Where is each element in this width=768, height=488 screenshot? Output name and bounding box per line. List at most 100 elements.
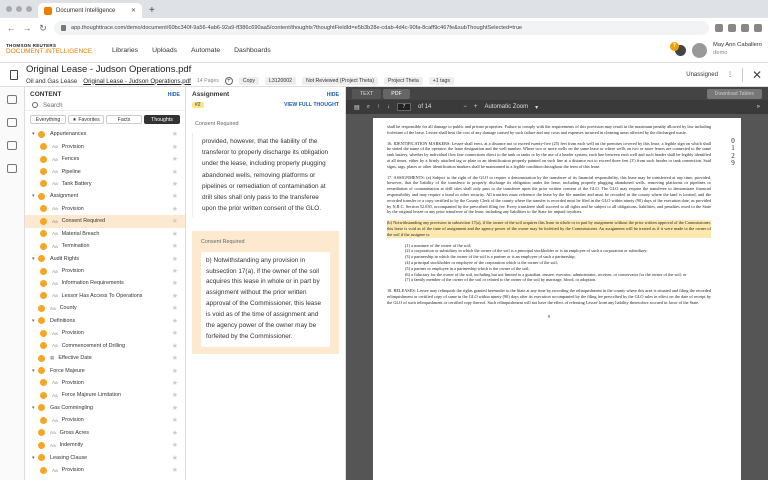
- star-icon[interactable]: ★: [172, 192, 178, 200]
- tree-item[interactable]: Aa Material Breach ★: [25, 228, 185, 240]
- star-icon[interactable]: ★: [172, 466, 178, 474]
- extension-icon[interactable]: [715, 24, 723, 32]
- tree-item[interactable]: Aa Pipeline ★: [25, 165, 185, 177]
- document-category[interactable]: Oil and Gas Lease: [26, 78, 77, 85]
- browser-tab[interactable]: Document Intelligence ✕: [38, 3, 142, 18]
- pdf-paragraph-highlighted[interactable]: (b) Notwithstanding any provision in sub…: [387, 220, 711, 238]
- search-icon[interactable]: ⌕: [367, 104, 370, 111]
- zoom-in-icon[interactable]: +: [474, 104, 478, 110]
- star-icon[interactable]: ★: [172, 304, 178, 312]
- zoom-out-icon[interactable]: −: [463, 104, 467, 110]
- nav-automate[interactable]: Automate: [191, 47, 220, 54]
- tree-item[interactable]: Aa Information Requirements ★: [25, 277, 185, 289]
- star-icon[interactable]: ★: [172, 329, 178, 337]
- new-tab-icon[interactable]: +: [142, 5, 162, 18]
- nav-dashboards[interactable]: Dashboards: [234, 47, 271, 54]
- tree-item[interactable]: Aa Provision ★: [25, 327, 185, 339]
- star-icon[interactable]: ★: [172, 230, 178, 238]
- tree-item[interactable]: Aa Indemnity ★: [25, 439, 185, 451]
- next-page-icon[interactable]: ↓: [387, 104, 390, 110]
- star-icon[interactable]: ★: [172, 454, 178, 462]
- star-icon[interactable]: ★: [172, 429, 178, 437]
- menu-icon[interactable]: [754, 24, 762, 32]
- tree-item[interactable]: Aa Termination ★: [25, 240, 185, 252]
- star-icon[interactable]: ★: [172, 267, 178, 275]
- tag-chip[interactable]: Not Reviewed (Project Theta): [302, 77, 378, 85]
- tree-item[interactable]: Aa Tank Battery ★: [25, 178, 185, 190]
- profile-icon[interactable]: [741, 24, 749, 32]
- search-input[interactable]: Search: [25, 100, 185, 111]
- add-tag-icon[interactable]: +: [224, 77, 233, 85]
- content-icon[interactable]: [7, 118, 17, 127]
- tools-menu-icon[interactable]: »: [757, 104, 760, 110]
- tree-item[interactable]: Aa County ★: [25, 302, 185, 314]
- tree-item[interactable]: ▾ Assignment ★: [25, 190, 185, 202]
- close-window-dot[interactable]: [6, 6, 12, 12]
- tag-chip[interactable]: Project Theta: [384, 77, 423, 85]
- star-icon[interactable]: ★: [172, 242, 178, 250]
- star-icon[interactable]: ★: [172, 279, 178, 287]
- avatar[interactable]: [692, 42, 708, 58]
- filter-thoughts[interactable]: Thoughts: [144, 115, 180, 124]
- star-icon[interactable]: ★: [172, 155, 178, 163]
- tree-item[interactable]: ▾ Leasing Clause ★: [25, 451, 185, 463]
- document-filename[interactable]: Original Lease - Judson Operations.pdf: [83, 78, 191, 85]
- history-icon[interactable]: [7, 164, 17, 173]
- user-info[interactable]: May Ann Caballero demo: [713, 42, 762, 57]
- tab-text[interactable]: TEXT: [352, 88, 382, 99]
- tag-chip[interactable]: L3120002: [264, 77, 297, 85]
- star-icon[interactable]: ★: [172, 317, 178, 325]
- back-icon[interactable]: ←: [6, 23, 16, 33]
- tab-pdf[interactable]: PDF: [383, 88, 410, 99]
- reload-icon[interactable]: ↻: [38, 23, 48, 34]
- star-icon[interactable]: ★: [172, 367, 178, 375]
- thought-excerpt[interactable]: provided, however, that the liability of…: [192, 133, 339, 218]
- tree-item[interactable]: Aa Commencement of Drilling ★: [25, 339, 185, 351]
- tree-item[interactable]: Aa Provision ★: [25, 377, 185, 389]
- maximize-window-dot[interactable]: [26, 6, 32, 12]
- filter-facts[interactable]: Facts: [106, 115, 142, 124]
- thought-excerpt-selected[interactable]: Consent Required b) Notwithstanding any …: [192, 231, 339, 354]
- tag-chip[interactable]: Copy: [238, 77, 259, 85]
- more-tags-chip[interactable]: +1 tags: [428, 77, 454, 85]
- nav-uploads[interactable]: Uploads: [152, 47, 177, 54]
- notification-icon[interactable]: 7: [670, 41, 687, 56]
- star-icon[interactable]: ★: [172, 391, 178, 399]
- view-full-thought-link[interactable]: VIEW FULL THOUGHT: [284, 102, 339, 108]
- more-options-icon[interactable]: ⋮: [727, 71, 733, 78]
- tree-item[interactable]: ▾ Force Majeure ★: [25, 364, 185, 376]
- star-icon[interactable]: ★: [172, 441, 178, 449]
- forward-icon[interactable]: →: [22, 23, 32, 33]
- url-bar[interactable]: app.thoughttrace.com/demo/document/60bc3…: [54, 21, 709, 35]
- tree-item[interactable]: ▾ Audit Rights ★: [25, 252, 185, 264]
- star-icon[interactable]: ★: [172, 217, 178, 225]
- star-icon[interactable]: ★: [172, 205, 178, 213]
- tree-item[interactable]: Aa Provision ★: [25, 464, 185, 476]
- tree-item[interactable]: Aa Consent Required ★: [25, 215, 185, 228]
- filter-everything[interactable]: Everything: [30, 115, 66, 124]
- tree-item[interactable]: Aa Provision ★: [25, 203, 185, 215]
- close-document-icon[interactable]: ✕: [752, 68, 762, 82]
- star-icon[interactable]: ★: [172, 168, 178, 176]
- tree-item[interactable]: Aa Provision ★: [25, 414, 185, 426]
- zoom-dropdown-icon[interactable]: ▾: [535, 104, 538, 111]
- nav-libraries[interactable]: Libraries: [112, 47, 138, 54]
- minimize-window-dot[interactable]: [16, 6, 22, 12]
- tree-item[interactable]: ▾ Gas Commingling ★: [25, 402, 185, 414]
- hide-content-button[interactable]: HIDE: [168, 92, 180, 98]
- star-icon[interactable]: ★: [172, 342, 178, 350]
- brand-logo[interactable]: THOMSON REUTERS DOCUMENT INTELLIGENCE: [6, 44, 98, 56]
- prev-page-icon[interactable]: ↑: [377, 104, 380, 110]
- tree-item[interactable]: Aa Fences ★: [25, 153, 185, 165]
- tree-item[interactable]: Aa Provision ★: [25, 265, 185, 277]
- tree-item[interactable]: Aa Provision ★: [25, 140, 185, 152]
- star-icon[interactable]: ★: [172, 180, 178, 188]
- star-icon[interactable]: ★: [172, 354, 178, 362]
- tree-item[interactable]: Aa Force Majeure Limitation ★: [25, 389, 185, 401]
- star-icon[interactable]: ★: [172, 404, 178, 412]
- page-number-input[interactable]: 7: [397, 103, 412, 111]
- star-icon[interactable]: ★: [172, 379, 178, 387]
- filter-favorites[interactable]: ★ Favorites: [68, 115, 104, 124]
- hide-assignment-button[interactable]: HIDE: [327, 92, 339, 98]
- tree-item[interactable]: Aa Lessor Has Access To Operations ★: [25, 290, 185, 302]
